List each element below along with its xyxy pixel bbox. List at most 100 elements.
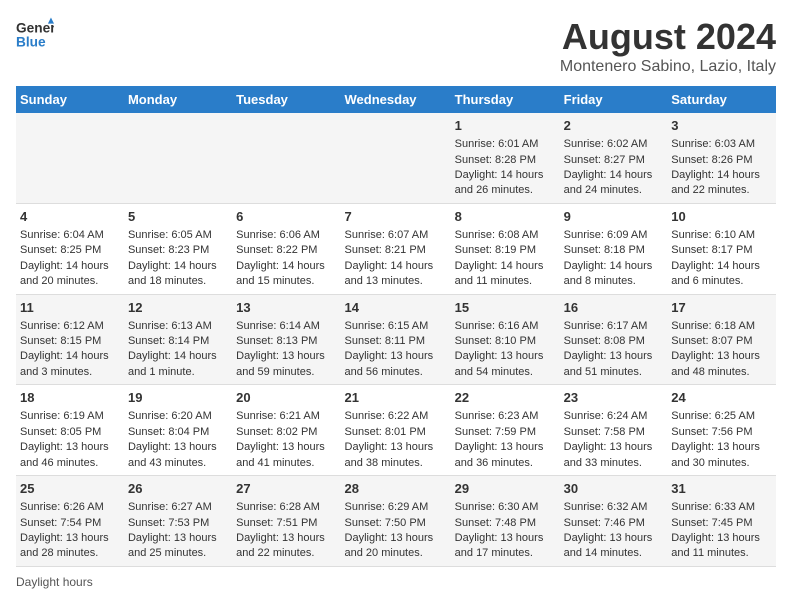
- day-number: 13: [236, 299, 336, 317]
- day-number: 20: [236, 389, 336, 407]
- cell-text: Daylight: 14 hours and 22 minutes.: [671, 169, 760, 196]
- logo-icon: General Blue: [16, 16, 54, 54]
- cell-text: Sunrise: 6:33 AM: [671, 501, 755, 513]
- cell-text: Sunrise: 6:32 AM: [564, 501, 648, 513]
- cell-text: Daylight: 13 hours and 51 minutes.: [564, 350, 653, 377]
- cell-text: Sunrise: 6:27 AM: [128, 501, 212, 513]
- calendar-cell: 11Sunrise: 6:12 AMSunset: 8:15 PMDayligh…: [16, 294, 124, 385]
- calendar-cell: 26Sunrise: 6:27 AMSunset: 7:53 PMDayligh…: [124, 476, 232, 567]
- calendar-table: SundayMondayTuesdayWednesdayThursdayFrid…: [16, 86, 776, 567]
- cell-text: Daylight: 14 hours and 15 minutes.: [236, 260, 325, 287]
- cell-text: Daylight: 13 hours and 33 minutes.: [564, 441, 653, 468]
- cell-text: Sunrise: 6:13 AM: [128, 320, 212, 332]
- cell-text: Sunset: 8:08 PM: [564, 335, 645, 347]
- cell-text: Sunrise: 6:20 AM: [128, 410, 212, 422]
- cell-text: Sunset: 8:01 PM: [345, 426, 426, 438]
- cell-text: Sunrise: 6:18 AM: [671, 320, 755, 332]
- calendar-week-row: 1Sunrise: 6:01 AMSunset: 8:28 PMDaylight…: [16, 113, 776, 203]
- calendar-cell: 2Sunrise: 6:02 AMSunset: 8:27 PMDaylight…: [560, 113, 668, 203]
- cell-text: Sunrise: 6:01 AM: [455, 138, 539, 150]
- cell-text: Sunrise: 6:17 AM: [564, 320, 648, 332]
- calendar-cell: 13Sunrise: 6:14 AMSunset: 8:13 PMDayligh…: [232, 294, 340, 385]
- day-number: 25: [20, 480, 120, 498]
- calendar-cell: 3Sunrise: 6:03 AMSunset: 8:26 PMDaylight…: [667, 113, 776, 203]
- cell-text: Sunset: 7:58 PM: [564, 426, 645, 438]
- cell-text: Sunrise: 6:22 AM: [345, 410, 429, 422]
- cell-text: Sunrise: 6:02 AM: [564, 138, 648, 150]
- cell-text: Sunrise: 6:26 AM: [20, 501, 104, 513]
- cell-text: Daylight: 14 hours and 3 minutes.: [20, 350, 109, 377]
- cell-text: Sunset: 8:27 PM: [564, 154, 645, 166]
- calendar-cell: 14Sunrise: 6:15 AMSunset: 8:11 PMDayligh…: [341, 294, 451, 385]
- cell-text: Sunrise: 6:16 AM: [455, 320, 539, 332]
- weekday-header: Sunday: [16, 86, 124, 113]
- calendar-cell: 19Sunrise: 6:20 AMSunset: 8:04 PMDayligh…: [124, 385, 232, 476]
- cell-text: Sunset: 8:25 PM: [20, 244, 101, 256]
- day-number: 21: [345, 389, 447, 407]
- cell-text: Sunset: 8:10 PM: [455, 335, 536, 347]
- calendar-cell: 9Sunrise: 6:09 AMSunset: 8:18 PMDaylight…: [560, 203, 668, 294]
- cell-text: Sunrise: 6:28 AM: [236, 501, 320, 513]
- weekday-header: Friday: [560, 86, 668, 113]
- cell-text: Sunset: 7:53 PM: [128, 517, 209, 529]
- footer: Daylight hours: [16, 575, 776, 589]
- cell-text: Sunrise: 6:08 AM: [455, 229, 539, 241]
- weekday-header: Wednesday: [341, 86, 451, 113]
- cell-text: Daylight: 14 hours and 26 minutes.: [455, 169, 544, 196]
- cell-text: Sunset: 8:02 PM: [236, 426, 317, 438]
- calendar-cell: 25 Sunrise: 6:26 AM Sunset: 7:54 PM Dayligh…: [16, 476, 124, 567]
- day-number: 29: [455, 480, 556, 498]
- calendar-cell: 6Sunrise: 6:06 AMSunset: 8:22 PMDaylight…: [232, 203, 340, 294]
- logo: General Blue: [16, 16, 56, 54]
- calendar-week-row: 25 Sunrise: 6:26 AM Sunset: 7:54 PM Dayligh…: [16, 476, 776, 567]
- day-number: 6: [236, 208, 336, 226]
- weekday-header-row: SundayMondayTuesdayWednesdayThursdayFrid…: [16, 86, 776, 113]
- cell-text: Sunrise: 6:07 AM: [345, 229, 429, 241]
- cell-text: Daylight: 13 hours and 30 minutes.: [671, 441, 760, 468]
- calendar-cell: [16, 113, 124, 203]
- cell-text: Daylight: 13 hours and 38 minutes.: [345, 441, 434, 468]
- cell-text: Daylight: 14 hours and 11 minutes.: [455, 260, 544, 287]
- cell-text: Sunset: 7:54 PM: [20, 517, 101, 529]
- calendar-week-row: 18Sunrise: 6:19 AMSunset: 8:05 PMDayligh…: [16, 385, 776, 476]
- cell-text: Daylight: 13 hours and 59 minutes.: [236, 350, 325, 377]
- cell-text: Daylight: 13 hours and 36 minutes.: [455, 441, 544, 468]
- main-title: August 2024: [560, 16, 776, 58]
- day-number: 11: [20, 299, 120, 317]
- calendar-cell: 30Sunrise: 6:32 AMSunset: 7:46 PMDayligh…: [560, 476, 668, 567]
- cell-text: Sunrise: 6:23 AM: [455, 410, 539, 422]
- cell-text: Daylight: 13 hours and 22 minutes.: [236, 532, 325, 559]
- cell-text: Sunrise: 6:25 AM: [671, 410, 755, 422]
- calendar-week-row: 4Sunrise: 6:04 AMSunset: 8:25 PMDaylight…: [16, 203, 776, 294]
- cell-text: Daylight: 14 hours and 8 minutes.: [564, 260, 653, 287]
- day-number: 17: [671, 299, 772, 317]
- cell-text: Sunset: 7:56 PM: [671, 426, 752, 438]
- calendar-cell: 23Sunrise: 6:24 AMSunset: 7:58 PMDayligh…: [560, 385, 668, 476]
- weekday-header: Saturday: [667, 86, 776, 113]
- calendar-cell: 20Sunrise: 6:21 AMSunset: 8:02 PMDayligh…: [232, 385, 340, 476]
- calendar-cell: 15Sunrise: 6:16 AMSunset: 8:10 PMDayligh…: [451, 294, 560, 385]
- calendar-cell: 16Sunrise: 6:17 AMSunset: 8:08 PMDayligh…: [560, 294, 668, 385]
- calendar-cell: 28Sunrise: 6:29 AMSunset: 7:50 PMDayligh…: [341, 476, 451, 567]
- cell-text: Sunrise: 6:09 AM: [564, 229, 648, 241]
- day-number: 1: [455, 117, 556, 135]
- cell-text: Daylight: 13 hours and 28 minutes.: [20, 532, 109, 559]
- cell-text: Daylight: 13 hours and 48 minutes.: [671, 350, 760, 377]
- calendar-cell: 1Sunrise: 6:01 AMSunset: 8:28 PMDaylight…: [451, 113, 560, 203]
- cell-text: Sunset: 8:23 PM: [128, 244, 209, 256]
- cell-text: Sunrise: 6:10 AM: [671, 229, 755, 241]
- day-number: 3: [671, 117, 772, 135]
- cell-text: Daylight: 14 hours and 20 minutes.: [20, 260, 109, 287]
- day-number: 23: [564, 389, 664, 407]
- calendar-cell: 12Sunrise: 6:13 AMSunset: 8:14 PMDayligh…: [124, 294, 232, 385]
- weekday-header: Tuesday: [232, 86, 340, 113]
- subtitle: Montenero Sabino, Lazio, Italy: [560, 58, 776, 76]
- cell-text: Sunset: 7:59 PM: [455, 426, 536, 438]
- cell-text: Sunset: 8:18 PM: [564, 244, 645, 256]
- cell-text: Sunset: 8:05 PM: [20, 426, 101, 438]
- day-number: 31: [671, 480, 772, 498]
- cell-text: Sunrise: 6:30 AM: [455, 501, 539, 513]
- cell-text: Daylight: 14 hours and 13 minutes.: [345, 260, 434, 287]
- cell-text: Daylight: 13 hours and 43 minutes.: [128, 441, 217, 468]
- cell-text: Sunrise: 6:29 AM: [345, 501, 429, 513]
